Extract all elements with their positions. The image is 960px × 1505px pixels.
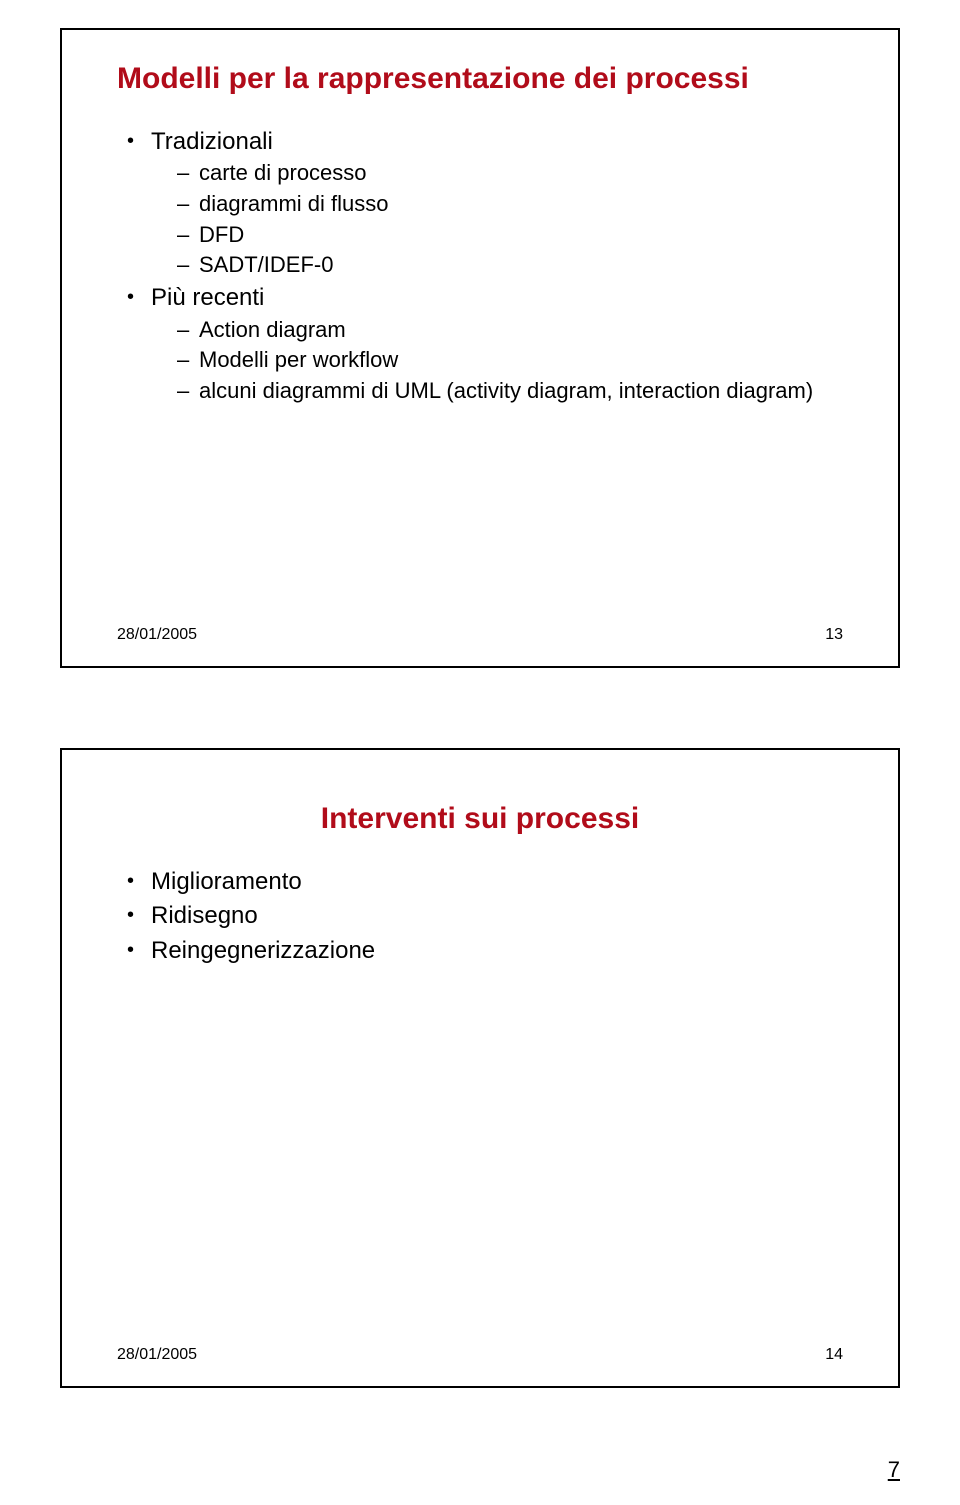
footer-pageno: 14 <box>825 1346 843 1364</box>
bullet-text: Tradizionali <box>151 128 273 155</box>
bullet-text: Più recenti <box>151 284 264 311</box>
page-sheet: Modelli per la rappresentazione dei proc… <box>0 0 960 1505</box>
sub-item: DFD <box>177 220 843 250</box>
slide-title: Interventi sui processi <box>117 802 843 836</box>
footer-pageno: 13 <box>825 626 843 644</box>
sub-list: Action diagram Modelli per workflow alcu… <box>127 315 843 406</box>
sub-item: Modelli per workflow <box>177 345 843 375</box>
footer-date: 28/01/2005 <box>117 626 197 644</box>
footer-date: 28/01/2005 <box>117 1346 197 1364</box>
sub-item: alcuni diagrammi di UML (activity diagra… <box>177 376 843 406</box>
slide-title: Modelli per la rappresentazione dei proc… <box>117 62 843 96</box>
bullet-item: Reingegnerizzazione <box>127 935 843 967</box>
bullet-item: Tradizionali carte di processo diagrammi… <box>127 126 843 280</box>
sub-item: SADT/IDEF-0 <box>177 250 843 280</box>
bullet-item: Ridisegno <box>127 900 843 932</box>
slide-footer: 28/01/2005 13 <box>117 626 843 644</box>
bullet-item: Miglioramento <box>127 866 843 898</box>
bullet-list: Miglioramento Ridisegno Reingegnerizzazi… <box>117 866 843 967</box>
slide-footer: 28/01/2005 14 <box>117 1346 843 1364</box>
sub-list: carte di processo diagrammi di flusso DF… <box>127 158 843 280</box>
bullet-list: Tradizionali carte di processo diagrammi… <box>117 126 843 406</box>
sheet-page-number: 7 <box>888 1457 900 1483</box>
sub-item: diagrammi di flusso <box>177 189 843 219</box>
sub-item: carte di processo <box>177 158 843 188</box>
bullet-item: Più recenti Action diagram Modelli per w… <box>127 282 843 405</box>
slide-1: Modelli per la rappresentazione dei proc… <box>60 28 900 668</box>
sub-item: Action diagram <box>177 315 843 345</box>
slide-2: Interventi sui processi Miglioramento Ri… <box>60 748 900 1388</box>
